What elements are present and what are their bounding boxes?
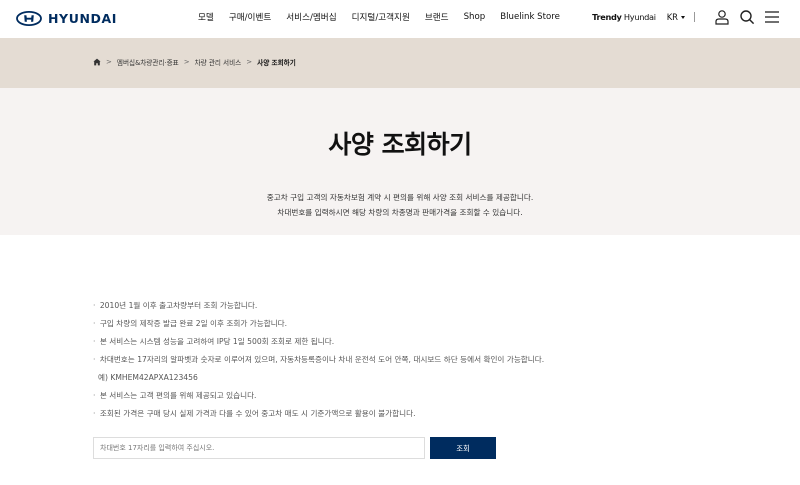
menu-item-shop[interactable]: Shop bbox=[464, 12, 486, 22]
notice-text: 구입 차량의 제작증 발급 완료 2일 이후 조회가 가능합니다. bbox=[99, 319, 288, 328]
menu-item-service-membership[interactable]: 서비스/멤버십 bbox=[286, 11, 336, 23]
user-icon[interactable] bbox=[714, 9, 730, 25]
search-icon[interactable] bbox=[739, 9, 755, 25]
bullet: · bbox=[93, 301, 96, 310]
main-menu: 모델 구매/이벤트 서비스/멤버십 디지털/고객지원 브랜드 Shop Blue… bbox=[198, 0, 560, 34]
notice-text: 본 서비스는 시스템 성능을 고려하여 IP당 1일 500회 조회로 제한 됩… bbox=[99, 337, 335, 346]
breadcrumb-separator: > bbox=[246, 58, 253, 66]
trendy-hyundai-link[interactable]: Trendy Hyundai bbox=[592, 12, 656, 22]
lookup-button[interactable]: 조회 bbox=[430, 437, 496, 459]
page-hero: 사양 조회하기 중고차 구입 고객의 자동차보험 계약 시 편의를 위해 사양 … bbox=[0, 88, 800, 235]
breadcrumb-item-current: 사양 조회하기 bbox=[257, 59, 296, 67]
hamburger-menu-icon[interactable] bbox=[764, 9, 780, 25]
caret-down-icon bbox=[681, 15, 685, 19]
notice-text: 조회된 가격은 구매 당시 실제 가격과 다를 수 있어 중고차 매도 시 기준… bbox=[99, 409, 416, 418]
bullet: · bbox=[93, 409, 96, 418]
menu-item-digital-support[interactable]: 디지털/고객지원 bbox=[352, 11, 410, 23]
page-title: 사양 조회하기 bbox=[328, 130, 472, 159]
notice-text: 차대번호는 17자리의 알파벳과 숫자로 이루어져 있으며, 자동차등록증이나 … bbox=[99, 355, 545, 364]
menu-item-models[interactable]: 모델 bbox=[198, 11, 214, 23]
notice-text: 본 서비스는 고객 편의를 위해 제공되고 있습니다. bbox=[99, 391, 257, 400]
breadcrumb-item-membership[interactable]: 멤버십&차량관리·증표 bbox=[117, 57, 179, 67]
page-description: 중고차 구입 고객의 자동차보험 계약 시 편의를 위해 사양 조회 서비스를 … bbox=[0, 190, 800, 220]
vin-example: 예) KMHEM42APXA123456 bbox=[98, 373, 198, 382]
language-selector[interactable]: KR bbox=[667, 12, 685, 22]
breadcrumb-separator: > bbox=[183, 58, 190, 66]
notice-item: · 2010년 1월 이후 출고차량부터 조회 가능합니다. bbox=[93, 300, 713, 311]
notice-item: · 구입 차량의 제작증 발급 완료 2일 이후 조회가 가능합니다. bbox=[93, 318, 713, 329]
notice-text: 2010년 1월 이후 출고차량부터 조회 가능합니다. bbox=[99, 301, 258, 310]
breadcrumb-separator: > bbox=[106, 58, 112, 66]
bullet: · bbox=[93, 319, 96, 328]
header-divider bbox=[694, 12, 695, 22]
bullet: · bbox=[93, 355, 96, 364]
trendy-rest-text: Hyundai bbox=[621, 12, 656, 22]
menu-item-brand[interactable]: 브랜드 bbox=[425, 11, 449, 23]
breadcrumb: > 멤버십&차량관리·증표 > 차량 관리 서비스 > 사양 조회하기 bbox=[93, 57, 296, 67]
notice-item: · 본 서비스는 시스템 성능을 고려하여 IP당 1일 500회 조회로 제한… bbox=[93, 336, 713, 347]
language-label: KR bbox=[666, 12, 678, 22]
hyundai-logo[interactable]: HYUNDAI bbox=[16, 9, 117, 27]
notice-item: · 본 서비스는 고객 편의를 위해 제공되고 있습니다. bbox=[93, 390, 713, 401]
menu-item-bluelink-store[interactable]: Bluelink Store bbox=[500, 12, 560, 22]
breadcrumb-item-vehicle-service[interactable]: 차량 관리 서비스 bbox=[195, 57, 242, 67]
header-utilities: Trendy Hyundai KR bbox=[592, 0, 780, 34]
global-header: HYUNDAI 모델 구매/이벤트 서비스/멤버십 디지털/고객지원 브랜드 S… bbox=[0, 0, 800, 38]
home-icon[interactable] bbox=[93, 58, 101, 66]
description-line-1: 중고차 구입 고객의 자동차보험 계약 시 편의를 위해 사양 조회 서비스를 … bbox=[266, 193, 534, 202]
logo-text: HYUNDAI bbox=[48, 10, 118, 26]
vin-input[interactable] bbox=[93, 437, 425, 459]
breadcrumb-band: > 멤버십&차량관리·증표 > 차량 관리 서비스 > 사양 조회하기 bbox=[0, 38, 800, 88]
menu-item-purchase-events[interactable]: 구매/이벤트 bbox=[229, 11, 271, 23]
notice-item: · 조회된 가격은 구매 당시 실제 가격과 다를 수 있어 중고차 매도 시 … bbox=[93, 408, 713, 419]
bullet: · bbox=[93, 337, 96, 346]
trendy-bold-text: Trendy bbox=[592, 12, 622, 22]
notice-item: · 차대번호는 17자리의 알파벳과 숫자로 이루어져 있으며, 자동차등록증이… bbox=[93, 354, 713, 383]
notice-list: · 2010년 1월 이후 출고차량부터 조회 가능합니다. · 구입 차량의 … bbox=[93, 300, 713, 426]
bullet: · bbox=[93, 391, 96, 400]
description-line-2: 차대번호를 입력하시면 해당 차량의 차종명과 판매가격을 조회할 수 있습니다… bbox=[277, 208, 523, 217]
hyundai-logo-icon bbox=[16, 10, 42, 26]
